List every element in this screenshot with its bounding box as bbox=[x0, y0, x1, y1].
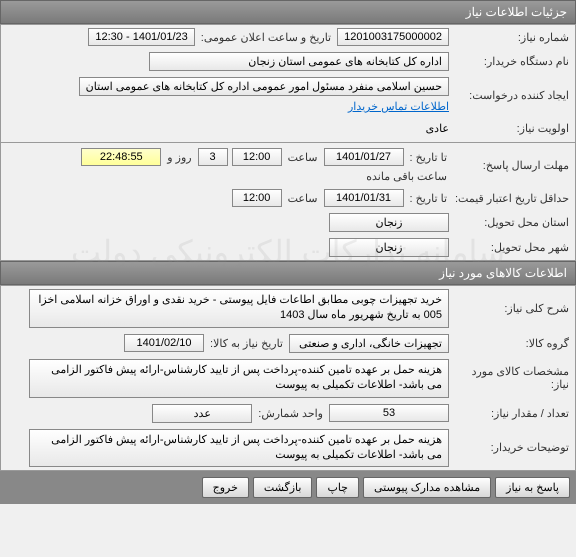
field-price-valid-hour: 12:00 bbox=[232, 189, 282, 207]
label-need-date-for: تاریخ نیاز به کالا: bbox=[208, 337, 285, 350]
label-unit: واحد شمارش: bbox=[256, 407, 325, 420]
goods-info-section: شرح کلی نیاز: خرید تجهیزات چوبی مطابق اط… bbox=[0, 285, 576, 471]
field-response-hour: 12:00 bbox=[232, 148, 282, 166]
back-button[interactable]: بازگشت bbox=[253, 477, 313, 498]
label-buyer-org: نام دستگاه خریدار: bbox=[449, 55, 569, 68]
need-info-section: شماره نیاز: 1201003175000002 تاریخ و ساع… bbox=[0, 24, 576, 261]
print-button[interactable]: چاپ bbox=[316, 477, 359, 498]
view-attachments-button[interactable]: مشاهده مدارک پیوستی bbox=[363, 477, 491, 498]
label-priority: اولویت نیاز: bbox=[449, 122, 569, 135]
exit-button[interactable]: خروج bbox=[202, 477, 249, 498]
label-to-date-2: تا تاریخ : bbox=[408, 192, 449, 205]
label-days-and: روز و bbox=[165, 151, 193, 164]
label-need-desc: شرح کلی نیاز: bbox=[449, 302, 569, 315]
value-priority: عادی bbox=[426, 122, 449, 135]
button-bar: پاسخ به نیاز مشاهده مدارک پیوستی چاپ باز… bbox=[0, 471, 576, 504]
label-goods-group: گروه کالا: bbox=[449, 337, 569, 350]
field-quantity: 53 bbox=[329, 404, 449, 422]
label-hour-2: ساعت bbox=[286, 192, 320, 205]
field-announce-datetime: 1401/01/23 - 12:30 bbox=[88, 28, 194, 46]
field-city: زنجان bbox=[329, 238, 449, 257]
label-price-validity: حداقل تاریخ اعتبار قیمت: bbox=[449, 192, 569, 205]
label-buyer-notes: توضیحات خریدار: bbox=[449, 441, 569, 454]
field-goods-spec: هزینه حمل بر عهده تامین کننده-پرداخت پس … bbox=[29, 359, 449, 398]
field-province: زنجان bbox=[329, 213, 449, 232]
field-buyer-org: اداره کل کتابخانه های عمومی استان زنجان bbox=[149, 52, 449, 71]
label-goods-spec: مشخصات کالای مورد نیاز: bbox=[449, 365, 569, 391]
field-price-valid-date: 1401/01/31 bbox=[324, 189, 404, 207]
field-response-date: 1401/01/27 bbox=[324, 148, 404, 166]
separator bbox=[1, 142, 575, 143]
field-need-desc: خرید تجهیزات چوبی مطابق اطاعات فایل پیوس… bbox=[29, 289, 449, 328]
field-unit: عدد bbox=[152, 404, 252, 423]
respond-button[interactable]: پاسخ به نیاز bbox=[495, 477, 570, 498]
label-city: شهر محل تحویل: bbox=[449, 241, 569, 254]
label-to-date-1: تا تاریخ : bbox=[408, 151, 449, 164]
label-announce: تاریخ و ساعت اعلان عمومی: bbox=[199, 31, 333, 44]
need-info-header: جزئیات اطلاعات نیاز bbox=[0, 0, 576, 24]
link-buyer-contact[interactable]: اطلاعات تماس خریدار bbox=[348, 100, 449, 113]
field-remain-time: 22:48:55 bbox=[81, 148, 161, 166]
label-hour-1: ساعت bbox=[286, 151, 320, 164]
label-response-deadline: مهلت ارسال پاسخ: bbox=[449, 159, 569, 172]
goods-info-header: اطلاعات کالاهای مورد نیاز bbox=[0, 261, 576, 285]
label-hours-remain: ساعت باقی مانده bbox=[364, 170, 449, 183]
label-need-number: شماره نیاز: bbox=[449, 31, 569, 44]
label-quantity: تعداد / مقدار نیاز: bbox=[449, 407, 569, 420]
label-province: استان محل تحویل: bbox=[449, 216, 569, 229]
field-request-creator: حسین اسلامی منفرد مسئول امور عمومی اداره… bbox=[79, 77, 449, 96]
field-goods-group: تجهیزات خانگی، اداری و صنعتی bbox=[289, 334, 449, 353]
field-remain-days: 3 bbox=[198, 148, 228, 166]
field-need-number: 1201003175000002 bbox=[337, 28, 449, 46]
field-need-date: 1401/02/10 bbox=[124, 334, 204, 352]
label-request-creator: ایجاد کننده درخواست: bbox=[449, 89, 569, 102]
field-buyer-notes: هزینه حمل بر عهده تامین کننده-پرداخت پس … bbox=[29, 429, 449, 468]
